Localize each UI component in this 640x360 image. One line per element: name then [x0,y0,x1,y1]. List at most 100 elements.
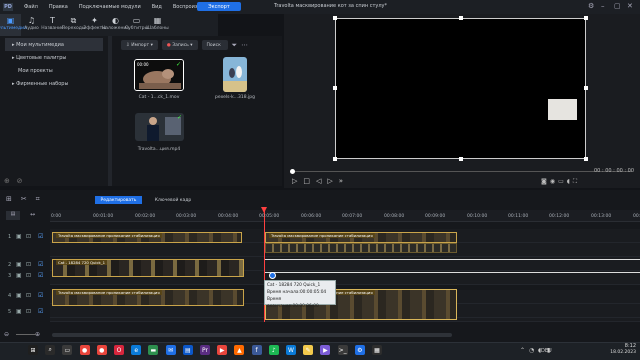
visibility-icon[interactable]: ☑ [38,308,43,315]
resize-handle[interactable] [584,157,588,161]
maximize-icon[interactable]: ▢ [614,2,621,11]
resize-handle[interactable] [584,86,588,90]
fullscreen-icon[interactable]: ⛶ [573,178,580,185]
stop-icon[interactable]: □ [303,177,316,185]
visibility-icon[interactable]: ☑ [38,272,43,279]
timeline-clip-travolta[interactable]: Travolta масквирование проникание стабил… [265,232,457,243]
app-icon[interactable]: f [251,345,262,355]
remove-folder-icon[interactable]: ⊘ [17,177,23,185]
task-view-icon[interactable]: ▭ [62,345,73,355]
media-thumb-cat[interactable]: 00:00 ✓ [134,59,184,91]
store-icon[interactable]: ▤ [182,345,193,355]
crop-icon[interactable]: ⌗ [36,195,49,203]
preview-scrubber[interactable] [292,171,632,172]
record-button[interactable]: ● Запись ▾ [161,40,198,50]
visibility-icon[interactable]: ☑ [38,233,43,240]
more-icon[interactable]: ⋯ [241,41,248,49]
resize-handle[interactable] [333,86,337,90]
timeline-clip-travolta[interactable]: Travolta масквирование проникание стабил… [52,232,242,243]
visibility-icon[interactable]: ☑ [38,292,43,299]
scrubber-knob[interactable] [290,169,295,174]
terminal-icon[interactable]: >_ [337,345,348,355]
fast-forward-icon[interactable]: » [339,177,349,185]
audio-waveform-travolta[interactable] [265,243,457,253]
next-frame-icon[interactable]: ▷ [327,177,338,185]
tab-effects-sparkle[interactable]: ✦ Эффекты [83,14,106,36]
media-thumb-travolta[interactable]: ✓ [135,113,184,141]
menu-file[interactable]: Файл [24,4,38,10]
display-icon[interactable]: ▭ [558,178,567,185]
gear-icon[interactable]: ⚙ [588,2,594,11]
battery-icon[interactable]: ▮ [547,347,550,354]
firefox-icon[interactable]: ● [96,345,107,355]
tab-edit[interactable]: Редактировать [95,196,142,204]
sidebar-item-brand-kits[interactable]: ▸ Фирменные наборы [0,77,108,90]
tab-templates[interactable]: ▦ Шаблоны [146,14,168,36]
zoom-out-icon[interactable]: ⊖ [4,331,9,338]
play-icon[interactable]: ▷ [292,177,303,185]
windows-start-icon[interactable]: ⊞ [28,345,38,355]
resize-handle[interactable] [333,157,337,161]
media-thumb-pexels[interactable] [223,57,247,92]
tab-media[interactable]: ▣Мультимедиа [0,14,27,36]
sidebar-item-my-media[interactable]: ▸ Мои мультимедиа [5,38,103,51]
close-icon[interactable]: ✕ [627,2,633,11]
export-button[interactable]: Экспорт [197,2,241,11]
zoom-slider[interactable] [16,334,36,335]
clock-time[interactable]: 8:12 [608,343,636,349]
lock-icon[interactable]: ⊡ [26,233,31,240]
app-icon[interactable]: ▦ [372,345,382,355]
clip-drag-handle[interactable] [269,272,276,279]
chrome-icon[interactable]: ● [79,345,90,355]
track-manager-icon[interactable]: ⊞ [6,195,21,203]
timeline-clip-travolta[interactable]: Travolta масквирование проникание стабил… [52,289,244,306]
tab-music-note[interactable]: ♫ Аудио [21,14,42,36]
add-folder-icon[interactable]: ⊕ [4,177,10,185]
timeline-view-icon[interactable]: ▤ [6,211,20,220]
prev-frame-icon[interactable]: ◁ [316,177,327,185]
lock-icon[interactable]: ⊡ [26,308,31,315]
lock-icon[interactable]: ⊡ [26,292,31,299]
resize-handle[interactable] [584,16,588,20]
tab-overlay[interactable]: ◐ Наложение [102,14,129,36]
chevron-up-icon[interactable]: ⌃ [520,347,525,354]
edge-icon[interactable]: e [131,345,142,355]
vlc-icon[interactable]: ▲ [234,345,245,355]
menu-edit[interactable]: Правка [49,4,68,10]
search-input[interactable]: Поиск [201,40,228,50]
tab-transition[interactable]: ⧉ Переходы [62,14,86,36]
tab-title-t[interactable]: T Название [41,14,64,36]
snapshot-icon[interactable]: ◙ [541,178,550,185]
minimize-icon[interactable]: – [601,2,605,11]
sidebar-item-my-projects[interactable]: Мои проекты [0,64,108,77]
premiere-icon[interactable]: Pr [200,345,210,355]
timeline-clip-cat[interactable]: Cat - 18284 720 Quick_1 [52,259,244,277]
word-icon[interactable]: W [286,345,296,355]
wifi-icon[interactable]: ◔ [529,347,534,354]
clock-date[interactable]: 18.02.2023 [604,350,636,355]
settings-icon[interactable]: ⚙ [354,345,365,355]
quality-icon[interactable]: ◉ [550,178,558,185]
spotify-icon[interactable]: ♪ [268,345,279,355]
resize-handle[interactable] [333,16,337,20]
tab-keyframe[interactable]: Ключевой кадр [150,196,196,204]
visibility-icon[interactable]: ☑ [38,261,43,268]
preview-video-canvas[interactable] [335,18,586,159]
filter-icon[interactable]: ⏷ [232,41,238,50]
fit-timeline-icon[interactable]: ↔ [30,211,35,218]
menu-view[interactable]: Вид [152,4,162,10]
mail-icon[interactable]: ✉ [165,345,176,355]
sidebar-item-color-palettes[interactable]: ▸ Цветовые палитры [0,51,108,64]
tab-subtitles[interactable]: ▭ Субтитры [125,14,148,36]
lock-icon[interactable]: ⊡ [26,272,31,279]
menu-plugins[interactable]: Подключаемые модули [79,4,141,10]
notes-icon[interactable]: ✎ [303,345,314,355]
speaker-icon[interactable]: ◖ [538,347,541,354]
powerdirector-icon[interactable]: ▶ [320,345,331,355]
resize-handle[interactable] [459,157,463,161]
folder-icon[interactable]: ▬ [148,345,159,355]
lock-icon[interactable]: ⊡ [26,261,31,268]
split-icon[interactable]: ✂ [21,195,36,203]
resize-handle[interactable] [459,16,463,20]
import-button[interactable]: ⇩ Импорт ▾ [121,40,158,50]
